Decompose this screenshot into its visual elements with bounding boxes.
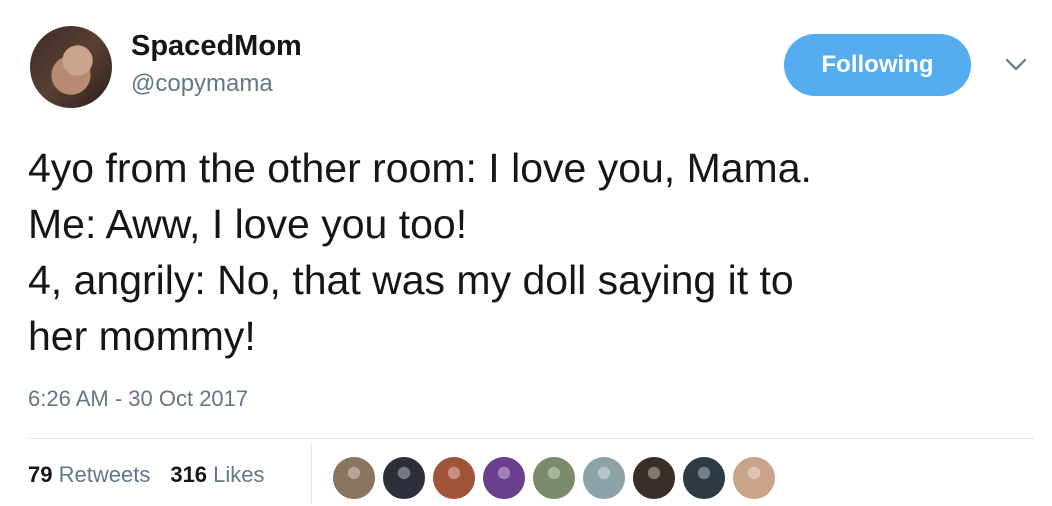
liker-avatar[interactable] [481,455,527,501]
liker-avatar[interactable] [431,455,477,501]
liker-avatar[interactable] [381,455,427,501]
tweet-text: 4yo from the other room: I love you, Mam… [28,140,1028,364]
likes-stat[interactable]: 316 Likes [170,462,264,488]
likers-avatars [331,455,777,501]
avatar[interactable] [30,26,112,108]
user-handle[interactable]: @copymama [131,70,273,98]
tweet-stats: 79 Retweets 316 Likes [28,462,265,488]
liker-avatar[interactable] [731,455,777,501]
liker-avatar[interactable] [681,455,727,501]
retweets-count: 79 [28,462,53,487]
tweet-line: Me: Aww, I love you too! [28,201,468,247]
retweets-stat[interactable]: 79 Retweets [28,462,150,488]
liker-avatar[interactable] [331,455,377,501]
following-button[interactable]: Following [784,34,971,96]
chevron-down-icon[interactable] [1004,56,1028,74]
likes-count: 316 [170,462,208,487]
tweet-line: her mommy! [28,313,256,359]
tweet-timestamp[interactable]: 6:26 AM - 30 Oct 2017 [28,386,248,412]
divider [28,438,1034,439]
tweet-line: 4yo from the other room: I love you, Mam… [28,145,812,191]
retweets-label: Retweets [58,462,151,487]
likes-label: Likes [213,462,265,487]
stats-divider [311,442,312,504]
liker-avatar[interactable] [531,455,577,501]
liker-avatar[interactable] [581,455,627,501]
user-display-name[interactable]: SpacedMom [131,30,302,63]
tweet-line: 4, angrily: No, that was my doll saying … [28,257,794,303]
liker-avatar[interactable] [631,455,677,501]
